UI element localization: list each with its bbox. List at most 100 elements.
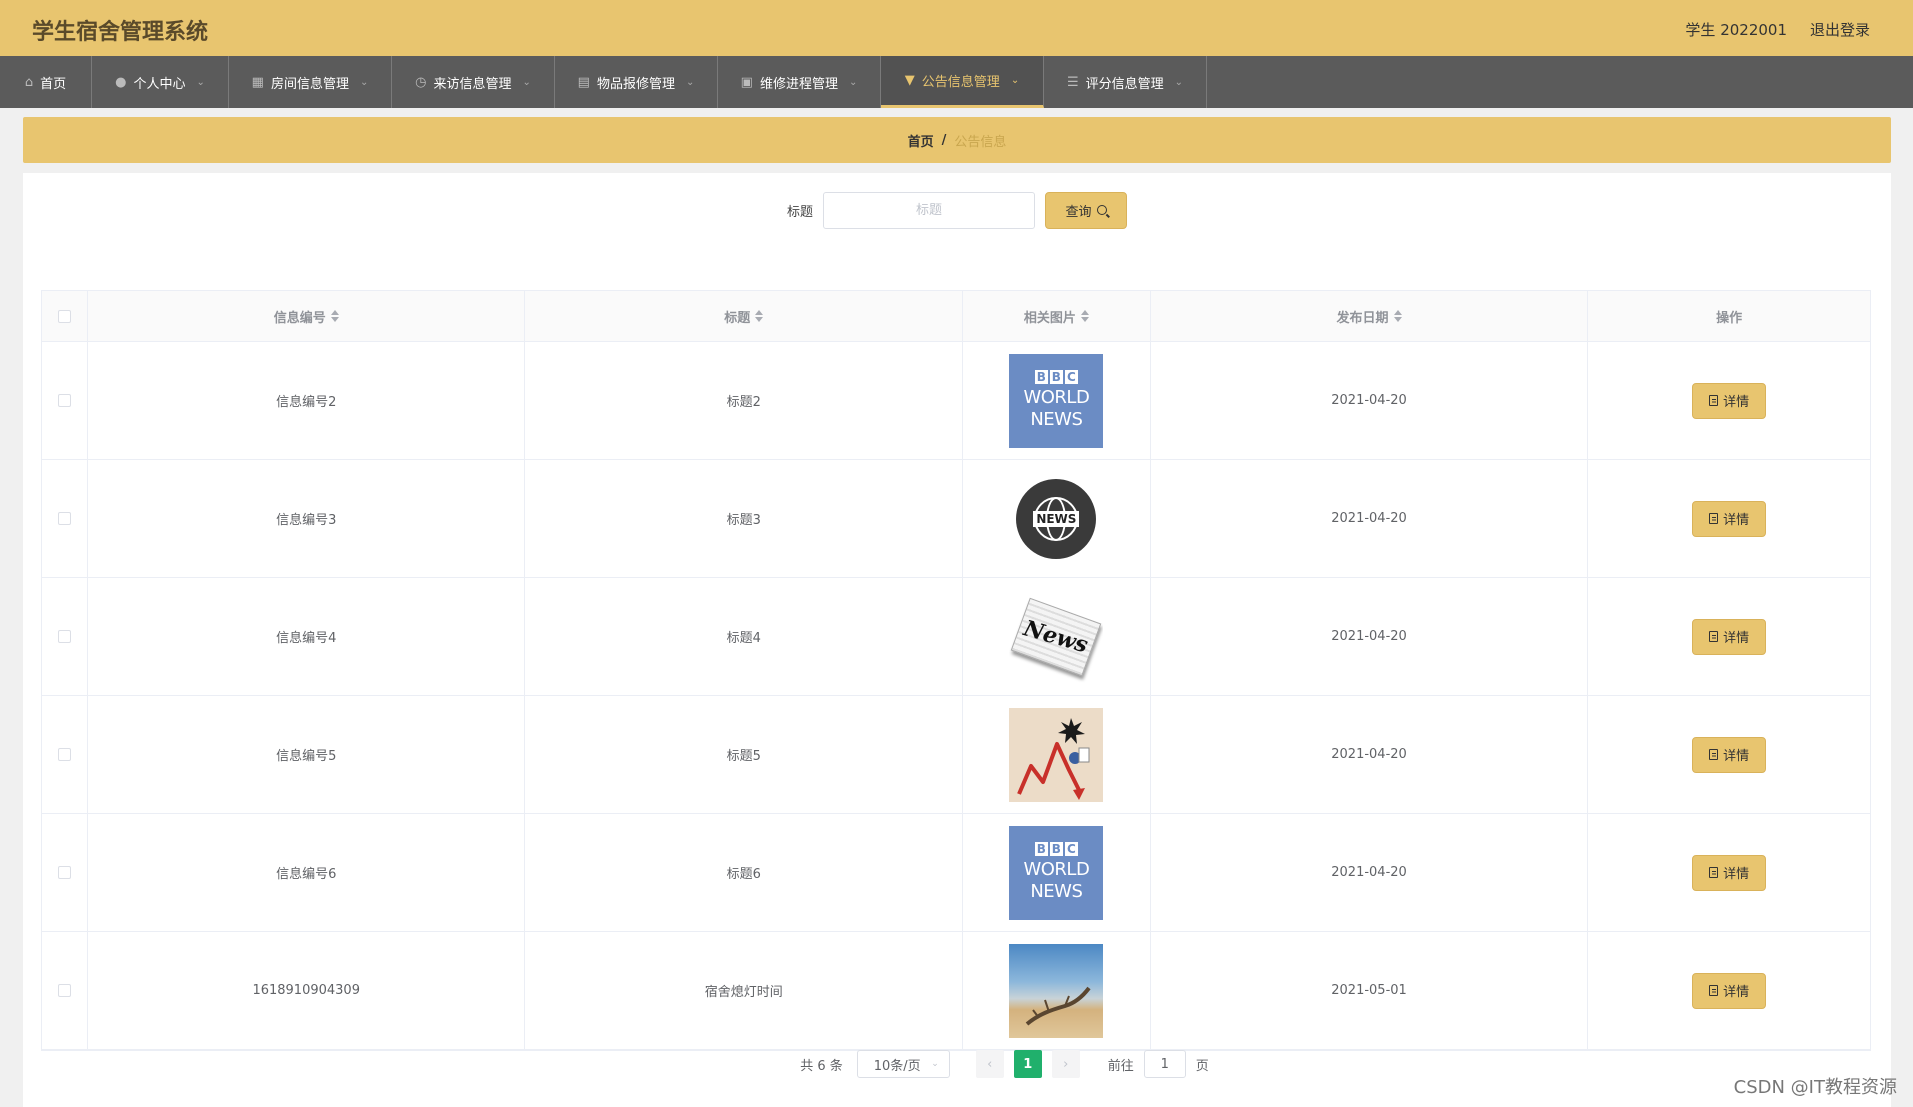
chevron-down-icon: ⌄ (1174, 76, 1184, 88)
title-cell: 标题5 (525, 696, 963, 813)
search-input[interactable] (823, 191, 1035, 229)
chevron-left-icon: ‹ (987, 1056, 993, 1072)
sort-icon[interactable] (1080, 310, 1089, 322)
detail-button[interactable]: 详情 (1692, 854, 1767, 891)
row-checkbox[interactable] (57, 984, 71, 997)
column-header-title[interactable]: 标题 (525, 291, 963, 341)
image-cell: B B C WORLD NEWS (963, 814, 1151, 931)
goto-page-input[interactable] (1143, 1050, 1186, 1078)
nav-item-visitor[interactable]: ◷ 来访信息管理 ⌄ (392, 56, 555, 108)
newspaper-icon: News (1011, 597, 1102, 676)
page-number-button[interactable]: 1 (1013, 1050, 1042, 1078)
top-header: 学生宿舍管理系统 学生 2022001 退出登录 (0, 0, 1913, 56)
breadcrumb-separator: / (941, 132, 947, 148)
prev-page-button[interactable]: ‹ (975, 1050, 1004, 1078)
beach-photo-image (1009, 943, 1104, 1038)
id-cell: 信息编号6 (88, 814, 526, 931)
op-cell: 详情 (1588, 696, 1870, 813)
bbc-letter: C (1064, 842, 1078, 856)
page-size-value: 10条/页 (873, 1058, 921, 1074)
detail-button-label: 详情 (1723, 985, 1750, 1000)
chevron-down-icon: ⌄ (931, 1059, 939, 1069)
chevron-right-icon: › (1063, 1056, 1069, 1072)
nav-item-home[interactable]: ⌂ 首页 (0, 56, 92, 108)
column-header-image[interactable]: 相关图片 (963, 291, 1151, 341)
row-checkbox[interactable] (57, 748, 71, 761)
nav-item-rating[interactable]: ☰ 评分信息管理 ⌄ (1044, 56, 1207, 108)
user-info: 学生 2022001 (1685, 21, 1787, 39)
detail-button-label: 详情 (1723, 631, 1750, 646)
bookmark-icon: ▼ (904, 73, 915, 88)
detail-button[interactable]: 详情 (1692, 382, 1767, 419)
globe-label: NEWS (1033, 510, 1080, 527)
op-cell: 详情 (1588, 342, 1870, 459)
sort-icon[interactable] (1393, 310, 1402, 322)
globe-icon: NEWS (1016, 478, 1097, 559)
detail-button[interactable]: 详情 (1692, 972, 1767, 1009)
sort-icon[interactable] (330, 310, 339, 322)
card-icon: ▤ (577, 74, 590, 90)
list-icon: ☰ (1066, 74, 1079, 90)
newspaper-image: News (1009, 589, 1104, 684)
row-checkbox[interactable] (57, 394, 71, 407)
column-header-label: 信息编号 (273, 310, 326, 326)
driftwood-icon (1026, 986, 1091, 1026)
row-check-cell (42, 342, 88, 459)
select-all-checkbox[interactable] (57, 309, 71, 323)
row-checkbox[interactable] (57, 512, 71, 525)
image-cell: B B C WORLD NEWS (963, 342, 1151, 459)
detail-button-label: 详情 (1723, 395, 1750, 410)
image-cell (963, 932, 1151, 1049)
column-header-label: 相关图片 (1023, 310, 1076, 326)
nav-item-profile[interactable]: ● 个人中心 ⌄ (92, 56, 229, 108)
app-title: 学生宿舍管理系统 (32, 20, 209, 45)
detail-button[interactable]: 详情 (1692, 736, 1767, 773)
breadcrumb-home[interactable]: 首页 (908, 131, 934, 150)
column-header-label: 操作 (1716, 310, 1743, 326)
nav-item-label: 评分信息管理 (1085, 76, 1164, 92)
main-nav: ⌂ 首页 ● 个人中心 ⌄ ▦ 房间信息管理 ⌄ ◷ 来访信息管理 ⌄ ▤ 物品… (0, 56, 1913, 108)
nav-item-label: 物品报修管理 (596, 76, 675, 92)
chevron-down-icon: ⌄ (685, 76, 695, 88)
date-cell: 2021-04-20 (1151, 578, 1589, 695)
detail-button-label: 详情 (1723, 513, 1750, 528)
op-cell: 详情 (1588, 578, 1870, 695)
chevron-down-icon: ⌄ (848, 76, 858, 88)
id-cell: 信息编号2 (88, 342, 526, 459)
nav-item-progress[interactable]: ▣ 维修进程管理 ⌄ (718, 56, 881, 108)
id-cell: 信息编号5 (88, 696, 526, 813)
row-checkbox[interactable] (57, 866, 71, 879)
grid-icon: ▦ (251, 74, 264, 90)
row-check-cell (42, 578, 88, 695)
bbc-letter: B (1049, 842, 1063, 856)
page-size-select[interactable]: 10条/页 ⌄ (856, 1050, 950, 1078)
nav-item-notice[interactable]: ▼ 公告信息管理 ⌄ (881, 56, 1044, 108)
compass-icon: ◷ (415, 74, 427, 90)
detail-button[interactable]: 详情 (1692, 618, 1767, 655)
nav-item-repair[interactable]: ▤ 物品报修管理 ⌄ (555, 56, 718, 108)
column-header-date[interactable]: 发布日期 (1151, 291, 1589, 341)
search-button-label: 查询 (1065, 204, 1092, 220)
next-page-button[interactable]: › (1051, 1050, 1080, 1078)
table-header-row: 信息编号 标题 相关图片 发布日期 操作 (42, 291, 1870, 342)
row-checkbox[interactable] (57, 630, 71, 643)
nav-item-label: 维修进程管理 (759, 76, 838, 92)
search-button[interactable]: 查询 (1045, 191, 1127, 229)
nav-item-room[interactable]: ▦ 房间信息管理 ⌄ (229, 56, 392, 108)
logout-link[interactable]: 退出登录 (1810, 19, 1870, 40)
chevron-down-icon: ⌄ (1010, 75, 1020, 86)
bbc-logo: B B C (1034, 842, 1078, 856)
row-check-cell (42, 814, 88, 931)
bbc-news-text: NEWS (1030, 409, 1083, 430)
id-cell: 信息编号3 (88, 460, 526, 577)
detail-button[interactable]: 详情 (1692, 500, 1767, 537)
table-row: 信息编号2 标题2 B B C WORLD NEWS 2021-04-20 详情 (42, 342, 1870, 460)
bbc-world-text: WORLD (1023, 859, 1090, 880)
detail-button-label: 详情 (1723, 749, 1750, 764)
op-cell: 详情 (1588, 814, 1870, 931)
column-header-id[interactable]: 信息编号 (88, 291, 526, 341)
nav-item-label: 房间信息管理 (270, 76, 349, 92)
sort-icon[interactable] (755, 310, 764, 322)
chart-arrow-icon (1017, 717, 1090, 800)
op-cell: 详情 (1588, 932, 1870, 1049)
